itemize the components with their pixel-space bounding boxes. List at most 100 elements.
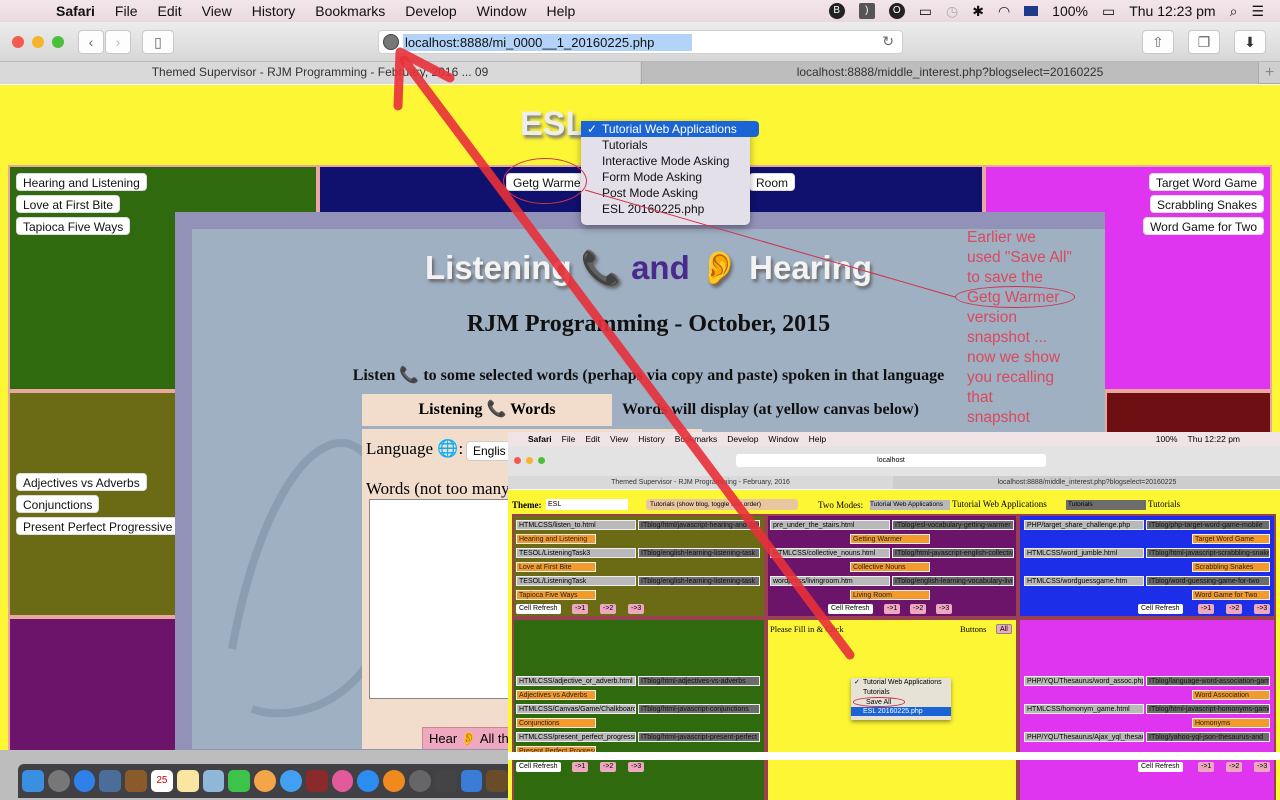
menu-develop[interactable]: Develop [405, 3, 456, 19]
theme-title: ESL [520, 105, 587, 143]
facetime-icon[interactable] [228, 770, 251, 792]
snapshot-url-field: pre_under_the_stairs.html [770, 520, 890, 530]
dropdown-item[interactable]: ESL 20160225.php [581, 201, 750, 217]
new-tab-button[interactable]: + [1258, 62, 1280, 84]
snapshot-menu-item: Edit [585, 434, 600, 444]
snapshot-mode1-button: Tutorial Web Applications [870, 500, 950, 510]
menu-bookmarks[interactable]: Bookmarks [315, 3, 385, 19]
snapshot-nav-button: ->1 [1198, 604, 1215, 614]
snapshot-buttons-text: Buttons [960, 624, 987, 634]
battery-percent: 100% [1052, 3, 1088, 19]
close-window-button[interactable] [12, 36, 24, 48]
b-status-icon[interactable]: B [828, 3, 845, 19]
snapshot-zoom-icon [538, 457, 545, 464]
menu-edit[interactable]: Edit [157, 3, 181, 19]
snapshot-nav-button: ->3 [1254, 762, 1271, 772]
menu-window[interactable]: Window [477, 3, 527, 19]
snapshot-url: localhost [736, 454, 1046, 467]
wifi-icon[interactable]: ◠ [998, 3, 1010, 20]
photo-booth-icon[interactable] [305, 770, 328, 792]
address-bar[interactable]: localhost:8888/mi_0000__1_20160225.php ↻ [378, 30, 903, 54]
annotation-line: Earlier we [967, 229, 1036, 246]
snapshot-cell-refresh: Cell Refresh [828, 604, 873, 614]
annotation-line: snapshot ... [967, 329, 1048, 346]
notes-icon[interactable] [176, 770, 199, 792]
snapshot-url-field: HTMLCSS/wordguessgame.htm [1024, 576, 1144, 586]
snapshot-theme-label: Theme: [512, 500, 542, 510]
battery-icon[interactable]: ▭ [1102, 3, 1115, 20]
sidebar-icon[interactable]: ▯ [142, 30, 174, 54]
dropdown-item[interactable]: Interactive Mode Asking [581, 153, 750, 169]
snapshot-name-field: Living Room [850, 590, 930, 600]
present-perfect-progressive-button[interactable]: Present Perfect Progressive [16, 517, 180, 535]
menu-safari[interactable]: Safari [56, 3, 95, 19]
dropdown-item[interactable]: ✓ Tutorial Web Applications [581, 121, 750, 137]
menu-history[interactable]: History [252, 3, 296, 19]
annotation-line: that [967, 389, 993, 406]
tab-themed-supervisor[interactable]: Themed Supervisor - RJM Programming - Fe… [0, 62, 640, 84]
hearing-listening-button[interactable]: Hearing and Listening [16, 173, 147, 191]
scrabbling-snakes-button[interactable]: Scrabbling Snakes [1149, 195, 1264, 213]
xcode-icon[interactable] [460, 770, 483, 792]
airplay-icon[interactable]: ▭ [919, 3, 932, 20]
clock[interactable]: Thu 12:23 pm [1129, 3, 1215, 19]
snapshot-screenshot: Safari File Edit View History Bookmarks … [508, 432, 1280, 800]
system-preferences-icon[interactable] [408, 770, 431, 792]
dropdown-item[interactable]: Tutorials [581, 137, 750, 153]
notification-center-icon[interactable]: ☰ [1251, 3, 1264, 20]
dropdown-arrow-icon[interactable] [750, 121, 759, 137]
flag-input-icon[interactable] [1024, 6, 1039, 16]
tab-middle-interest[interactable]: localhost:8888/middle_interest.php?blogs… [641, 62, 1258, 84]
safari-icon[interactable] [73, 770, 96, 792]
forward-button[interactable]: › [105, 30, 131, 54]
target-word-game-button[interactable]: Target Word Game [1148, 173, 1264, 191]
reload-icon[interactable]: ↻ [882, 33, 894, 50]
hear-all-button[interactable]: Hear 👂 All th [422, 727, 522, 749]
back-button[interactable]: ‹ [78, 30, 104, 54]
photo-icon[interactable] [202, 770, 225, 792]
tabs-overview-icon[interactable]: ❐ [1188, 30, 1220, 54]
app-store-icon[interactable] [357, 770, 380, 792]
menu-help[interactable]: Help [546, 3, 575, 19]
zoom-window-button[interactable] [52, 36, 64, 48]
annotation-line: snapshot [967, 409, 1030, 426]
listening-words-tab[interactable]: Listening 📞 Words [362, 394, 612, 426]
dropdown-item[interactable]: Post Mode Asking [581, 185, 750, 201]
finder-icon[interactable] [22, 770, 44, 792]
contacts-icon[interactable] [125, 770, 147, 792]
snapshot-url-field: PHP/YQL/Thesaurus/word_assoc.php [1024, 676, 1144, 686]
conjunctions-button[interactable]: Conjunctions [16, 495, 100, 513]
words-label: Words (not too many [366, 479, 510, 498]
tapioca-button[interactable]: Tapioca Five Ways [16, 217, 131, 235]
spotlight-icon[interactable]: ⌕ [1230, 3, 1238, 20]
dropdown-item[interactable]: Form Mode Asking [581, 169, 750, 185]
bluetooth-icon[interactable]: ✱ [972, 3, 984, 20]
adjectives-adverbs-button[interactable]: Adjectives vs Adverbs [16, 473, 147, 491]
time-machine-icon[interactable]: ◷ [946, 3, 958, 20]
itunes-icon[interactable] [331, 770, 354, 792]
room-button[interactable]: Room [749, 173, 796, 191]
messages-icon[interactable] [279, 770, 302, 792]
snapshot-menubar: Safari File Edit View History Bookmarks … [508, 432, 1280, 446]
mode-dropdown-menu[interactable]: ✓ Tutorial Web Applications Tutorials Int… [581, 121, 750, 225]
url-text[interactable]: localhost:8888/mi_0000__1_20160225.php [403, 34, 693, 51]
downloads-icon[interactable]: ⬇ [1234, 30, 1266, 54]
menu-file[interactable]: File [115, 3, 138, 19]
filezilla-icon[interactable] [486, 770, 509, 792]
ibooks-icon[interactable] [383, 770, 405, 792]
photos-icon[interactable] [254, 770, 276, 792]
audio-status-icon[interactable]: ) [858, 3, 875, 19]
annotation-line: you recalling [967, 369, 1055, 386]
snapshot-nav-button: ->2 [1226, 604, 1243, 614]
menu-view[interactable]: View [202, 3, 232, 19]
o-status-icon[interactable]: O [888, 3, 905, 19]
minimize-window-button[interactable] [32, 36, 44, 48]
snapshot-mode2-text: Tutorials [1148, 499, 1181, 509]
share-icon[interactable]: ⇧ [1142, 30, 1174, 54]
launchpad-icon[interactable] [47, 770, 70, 792]
utility-icon[interactable] [434, 770, 457, 792]
love-first-bite-button[interactable]: Love at First Bite [16, 195, 121, 213]
calendar-icon[interactable]: 25 [150, 770, 173, 792]
word-game-for-two-button[interactable]: Word Game for Two [1143, 217, 1264, 235]
preview-icon[interactable] [99, 770, 122, 792]
